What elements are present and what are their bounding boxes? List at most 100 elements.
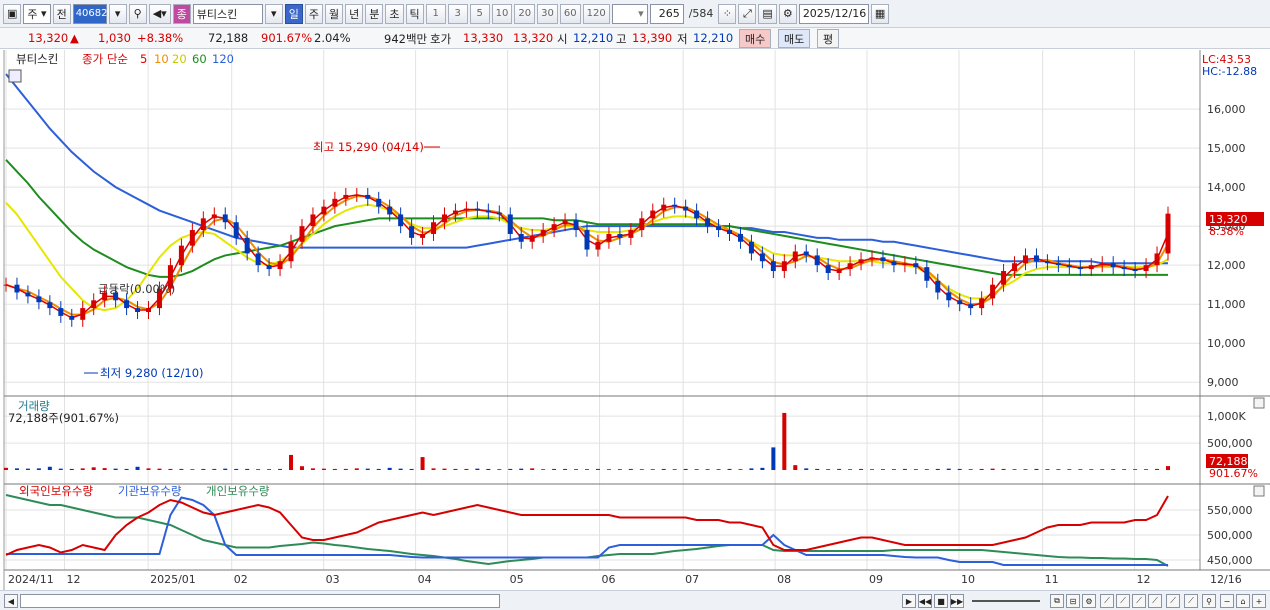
x-tick-label: 07 bbox=[685, 573, 699, 586]
volume-bar bbox=[168, 468, 173, 470]
code-dropdown-icon[interactable]: ▾ bbox=[108, 3, 127, 24]
sound-icon[interactable]: ◀▾ bbox=[148, 3, 171, 24]
candle-body bbox=[814, 255, 820, 266]
save-icon[interactable]: ▤ bbox=[758, 3, 777, 24]
toolbar: ▣ 주 ▾ 전 406820 ▾ ⚲ ◀▾ 종 뷰티스킨 ▾ 일 주 월 년 분… bbox=[0, 0, 1270, 28]
candle-body bbox=[178, 245, 184, 266]
candle-body bbox=[277, 261, 283, 270]
period-yearly-button[interactable]: 년 bbox=[345, 3, 364, 24]
zoom-in-icon[interactable]: + bbox=[1252, 594, 1266, 608]
candle-body bbox=[639, 218, 645, 231]
period-daily-button[interactable]: 일 bbox=[284, 3, 303, 24]
candle-body bbox=[1099, 263, 1105, 266]
candle-body bbox=[321, 206, 327, 215]
interval-1-button[interactable]: 1 bbox=[425, 3, 446, 24]
count-input[interactable]: 265 bbox=[649, 3, 684, 24]
volume-bar bbox=[497, 469, 502, 470]
tool-icon-5[interactable]: ⟋ bbox=[1166, 594, 1180, 608]
scroll-thumb[interactable] bbox=[20, 594, 500, 608]
candle-body bbox=[365, 194, 371, 199]
tool-icon-6[interactable]: ⟋ bbox=[1184, 594, 1198, 608]
volume-bar bbox=[1056, 469, 1061, 470]
tool-icon-2[interactable]: ⟋ bbox=[1116, 594, 1130, 608]
interval-30-button[interactable]: 30 bbox=[537, 3, 558, 24]
candle-body bbox=[420, 233, 426, 238]
volume-bar bbox=[58, 468, 63, 470]
volume-bar bbox=[519, 468, 524, 470]
candle-body bbox=[748, 241, 754, 254]
volume-bar bbox=[321, 468, 326, 470]
period-monthly-button[interactable]: 월 bbox=[325, 3, 344, 24]
volume-bar bbox=[902, 468, 907, 470]
layout-icon[interactable]: ▣ bbox=[3, 3, 22, 24]
first-page-icon[interactable]: ◀◀ bbox=[918, 594, 932, 608]
candle-body bbox=[474, 208, 480, 211]
interval-60-button[interactable]: 60 bbox=[559, 3, 581, 24]
candle-body bbox=[836, 269, 842, 273]
crosshair-icon[interactable]: ⤢ bbox=[738, 3, 757, 24]
volume-bar bbox=[880, 469, 885, 470]
scroll-right-icon[interactable]: ▶ bbox=[902, 594, 916, 608]
stock-name-field[interactable]: 뷰티스킨 bbox=[192, 3, 263, 24]
interval-custom-select[interactable]: ▾ bbox=[611, 3, 648, 24]
volume-bar bbox=[749, 468, 754, 470]
period-tick-button[interactable]: 틱 bbox=[405, 3, 424, 24]
candle-body bbox=[507, 214, 513, 234]
calendar-icon[interactable]: ▦ bbox=[870, 3, 890, 24]
period-minute-button[interactable]: 분 bbox=[365, 3, 384, 24]
volume-bar bbox=[1045, 469, 1050, 470]
zoom-out-icon[interactable]: − bbox=[1220, 594, 1234, 608]
candle-body bbox=[540, 230, 546, 236]
change-percent: +8.38% bbox=[137, 31, 184, 45]
name-dropdown-icon[interactable]: ▾ bbox=[264, 3, 283, 24]
candle-body bbox=[1165, 213, 1171, 254]
gear-icon[interactable]: ⚙ bbox=[778, 3, 797, 24]
price-y-tick: 15,000 bbox=[1207, 142, 1246, 155]
zoom-search-icon[interactable]: ⚲ bbox=[1202, 594, 1216, 608]
last-page-icon[interactable]: ▶▶ bbox=[950, 594, 964, 608]
scroll-left-icon[interactable]: ◀ bbox=[4, 594, 18, 608]
date-input[interactable]: 2025/12/16 bbox=[798, 3, 869, 24]
volume-bar bbox=[486, 468, 491, 470]
tool-icon-4[interactable]: ⟋ bbox=[1148, 594, 1162, 608]
stop-icon[interactable]: ■ bbox=[934, 594, 948, 608]
interval-3-button[interactable]: 3 bbox=[447, 3, 468, 24]
candle-body bbox=[946, 292, 952, 301]
candle-body bbox=[1088, 265, 1094, 270]
tool-icon-3[interactable]: ⟋ bbox=[1132, 594, 1146, 608]
zoom-slider[interactable] bbox=[972, 600, 1040, 602]
tool-icon-1[interactable]: ⟋ bbox=[1100, 594, 1114, 608]
high-price: 13,390 bbox=[632, 31, 673, 45]
volume-bar bbox=[541, 469, 546, 470]
sell-button[interactable]: 매도 bbox=[778, 29, 811, 48]
candle-body bbox=[672, 204, 678, 207]
zoom-fit-icon[interactable]: ⧉ bbox=[1050, 594, 1064, 608]
stock-chart[interactable]: 16,00015,00014,00013,00012,00011,00010,0… bbox=[0, 50, 1270, 590]
institution-holding-legend: 기관보유수량 bbox=[118, 484, 182, 498]
chart-table-icon[interactable] bbox=[8, 69, 22, 83]
settings-icon[interactable]: ⚙ bbox=[1082, 594, 1096, 608]
period-type-value: 주 bbox=[27, 7, 38, 21]
stock-code-input[interactable]: 406820 bbox=[72, 3, 114, 24]
period-second-button[interactable]: 초 bbox=[385, 3, 404, 24]
buy-button[interactable]: 매수 bbox=[739, 29, 772, 48]
interval-20-button[interactable]: 20 bbox=[514, 3, 536, 24]
grid-icon[interactable]: ⁘ bbox=[718, 3, 737, 24]
home-icon[interactable]: ⌂ bbox=[1236, 594, 1250, 608]
mode-button[interactable]: 전 bbox=[52, 3, 71, 24]
interval-10-button[interactable]: 10 bbox=[491, 3, 513, 24]
candle-body bbox=[1132, 269, 1138, 272]
volume-bar bbox=[1122, 469, 1127, 470]
period-type-select[interactable]: 주 ▾ bbox=[23, 3, 51, 24]
interval-5-button[interactable]: 5 bbox=[469, 3, 490, 24]
volume-panel-close-button[interactable] bbox=[1253, 397, 1265, 409]
compare-icon[interactable]: ⊟ bbox=[1066, 594, 1080, 608]
search-icon[interactable]: ⚲ bbox=[128, 3, 147, 24]
holding-panel-close-button[interactable] bbox=[1253, 485, 1265, 497]
average-button[interactable]: 평 bbox=[817, 29, 840, 48]
ma5-legend: 5 bbox=[140, 52, 147, 66]
interval-120-button[interactable]: 120 bbox=[582, 3, 610, 24]
period-weekly-button[interactable]: 주 bbox=[304, 3, 324, 24]
candle-body bbox=[80, 308, 86, 320]
foreign-holding-legend: 외국인보유수량 bbox=[19, 484, 93, 498]
